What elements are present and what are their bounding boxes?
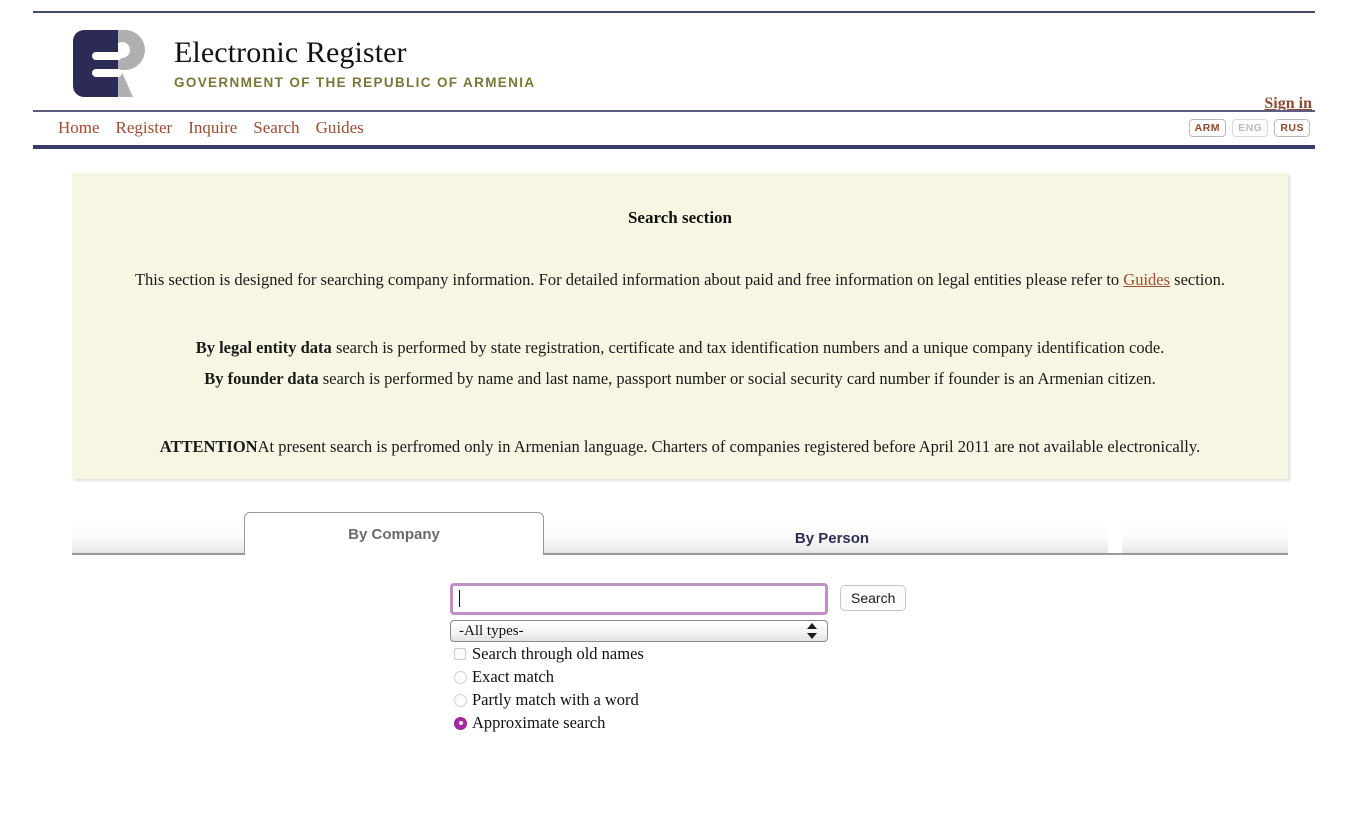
text-caret — [459, 590, 460, 607]
partly-match-label: Partly match with a word — [472, 690, 639, 710]
language-switcher: ARM ENG RUS — [1189, 119, 1310, 137]
option-approximate-search[interactable]: Approximate search — [450, 712, 950, 734]
query-row: Search — [450, 583, 950, 615]
infobox-paragraph-attention: ATTENTIONAt present search is perfromed … — [110, 434, 1250, 460]
brand-title: Electronic Register — [174, 36, 535, 70]
old-names-checkbox[interactable] — [454, 648, 466, 660]
exact-match-label: Exact match — [472, 667, 554, 687]
search-section-infobox: Search section This section is designed … — [72, 173, 1288, 479]
legal-entity-text: search is performed by state registratio… — [332, 338, 1165, 357]
infobox-paragraph-founder: By founder data search is performed by n… — [110, 366, 1250, 392]
nav-bottom-rule — [33, 145, 1315, 149]
founder-text: search is performed by name and last nam… — [319, 369, 1156, 388]
er-monogram-logo-icon — [73, 26, 151, 101]
site-header: Electronic Register GOVERNMENT OF THE RE… — [33, 13, 1315, 110]
legal-entity-label: By legal entity data — [196, 338, 332, 357]
chevron-updown-icon[interactable] — [807, 622, 818, 640]
brand-subtitle: GOVERNMENT OF THE REPUBLIC OF ARMENIA — [174, 75, 535, 90]
intro-text-after: section. — [1170, 270, 1225, 289]
type-select-wrap: -All types- — [450, 620, 828, 642]
nav-item-search[interactable]: Search — [253, 118, 299, 138]
attention-label: ATTENTION — [160, 437, 258, 456]
option-old-names[interactable]: Search through old names — [450, 643, 950, 665]
nav-item-guides[interactable]: Guides — [316, 118, 364, 138]
tab-by-company[interactable]: By Company — [244, 512, 544, 555]
founder-label: By founder data — [204, 369, 318, 388]
tab-by-person[interactable]: By Person — [682, 512, 982, 555]
intro-text-before: This section is designed for searching c… — [135, 270, 1123, 289]
approximate-search-label: Approximate search — [472, 713, 605, 733]
language-button-arm[interactable]: ARM — [1189, 119, 1226, 137]
nav-item-register[interactable]: Register — [116, 118, 173, 138]
approximate-search-radio[interactable] — [454, 717, 467, 730]
brand-text: Electronic Register GOVERNMENT OF THE RE… — [174, 26, 535, 90]
language-button-eng: ENG — [1232, 119, 1268, 137]
page-root: Electronic Register GOVERNMENT OF THE RE… — [0, 0, 1360, 829]
brand: Electronic Register GOVERNMENT OF THE RE… — [73, 26, 535, 101]
language-button-rus[interactable]: RUS — [1274, 119, 1310, 137]
nav-links: Home Register Inquire Search Guides — [58, 118, 364, 138]
infobox-paragraph-legal-entity: By legal entity data search is performed… — [110, 335, 1250, 361]
guides-link[interactable]: Guides — [1123, 270, 1170, 289]
infobox-paragraph-intro: This section is designed for searching c… — [110, 267, 1250, 293]
type-select[interactable]: -All types- — [450, 620, 828, 642]
old-names-label: Search through old names — [472, 644, 644, 664]
exact-match-radio[interactable] — [454, 671, 467, 684]
search-button[interactable]: Search — [840, 585, 906, 611]
option-partly-match[interactable]: Partly match with a word — [450, 689, 950, 711]
nav-item-inquire[interactable]: Inquire — [188, 118, 237, 138]
search-tabs: By Company By Person — [72, 512, 1288, 556]
partly-match-radio[interactable] — [454, 694, 467, 707]
nav-item-home[interactable]: Home — [58, 118, 100, 138]
tab-by-person-label: By Person — [795, 530, 869, 547]
infobox-title: Search section — [72, 208, 1288, 228]
main-nav: Home Register Inquire Search Guides ARM … — [33, 112, 1315, 145]
company-search-form: Search -All types- Search through old na… — [450, 583, 950, 734]
tab-strip-gap — [1108, 523, 1122, 553]
search-input[interactable] — [450, 583, 828, 615]
tab-by-company-label: By Company — [348, 526, 440, 543]
option-exact-match[interactable]: Exact match — [450, 666, 950, 688]
attention-text: At present search is perfromed only in A… — [258, 437, 1201, 456]
